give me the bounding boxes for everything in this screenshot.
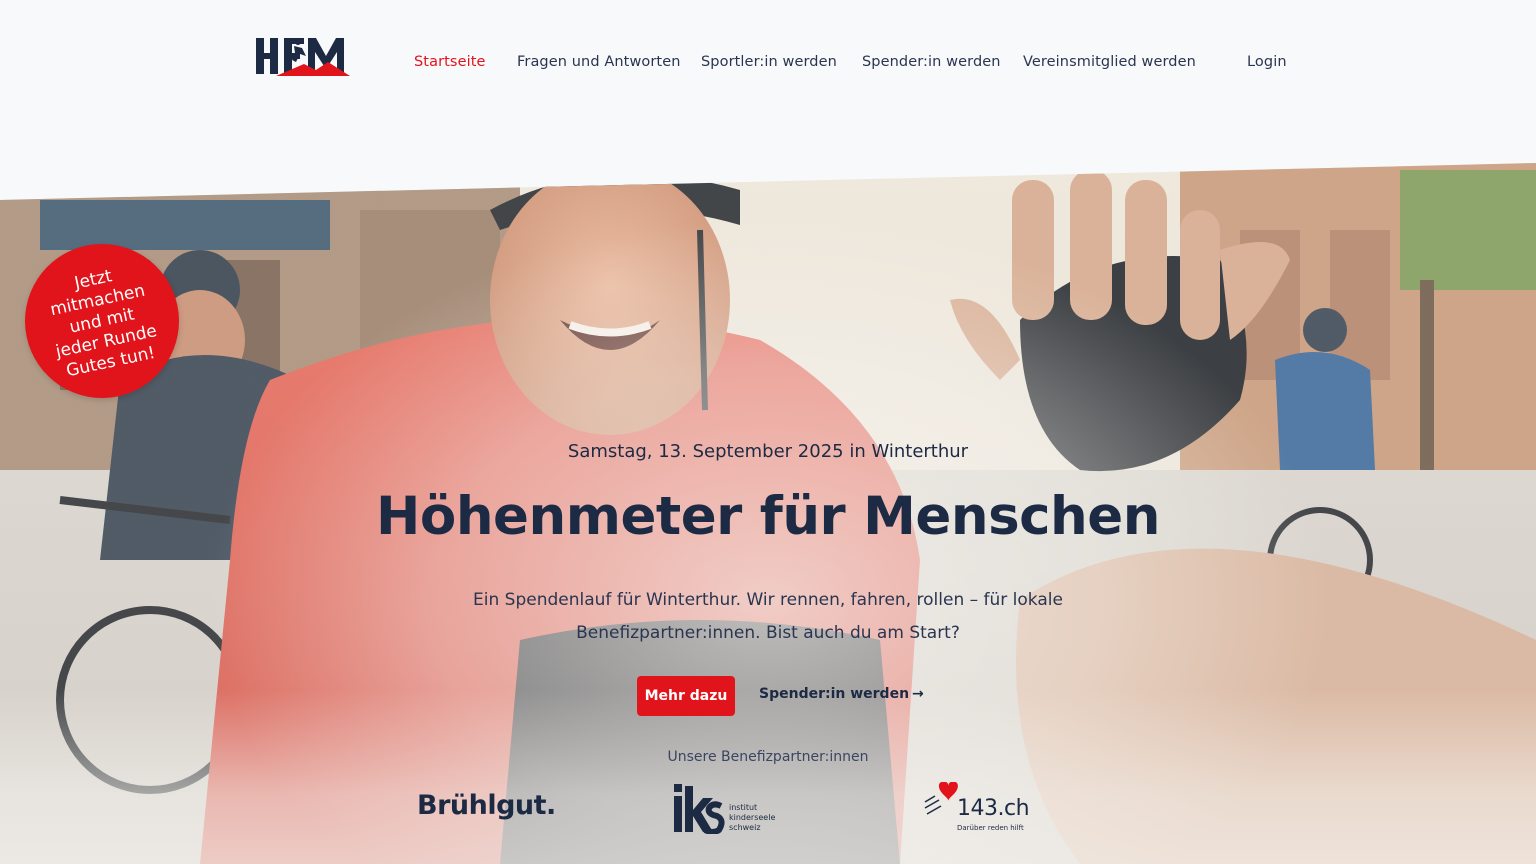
iks-logo-text: institut kinderseele schweiz [729,803,789,833]
site-header: Startseite Fragen und Antworten Sportler… [0,0,1536,130]
hfm-logo-icon[interactable] [256,36,350,76]
partners-heading: Unsere Benefizpartner:innen [667,749,869,765]
nav-item-sportler-werden[interactable]: Sportler:in werden [701,54,837,70]
mehr-dazu-button[interactable]: Mehr dazu [637,676,735,716]
p143-tagline: Darüber reden hilft [957,824,1024,832]
arrow-right-icon: → [912,686,924,702]
partner-iks-logo[interactable]: institut kinderseele schweiz [673,784,783,836]
spender-werden-link[interactable]: Spender:in werden → [759,686,924,702]
hero-description-line-2: Benefizpartner:innen. Bist auch du am St… [576,623,960,643]
iks-line-2: kinderseele [729,813,776,822]
spender-werden-link-label: Spender:in werden [759,686,910,702]
iks-line-3: schweiz [729,823,761,832]
login-link[interactable]: Login [1247,54,1287,70]
partner-143-logo[interactable]: 143.ch Darüber reden hilft [923,782,1030,836]
nav-item-startseite[interactable]: Startseite [414,54,486,70]
p143-name: 143.ch [957,796,1030,821]
event-date: Samstag, 13. September 2025 in Winterthu… [567,441,969,462]
hero-title: Höhenmeter für Menschen [376,486,1160,547]
partner-bruehlgut-logo[interactable]: Brühlgut. [417,790,556,821]
nav-item-spender-werden[interactable]: Spender:in werden [862,54,1001,70]
hero-description-line-1: Ein Spendenlauf für Winterthur. Wir renn… [473,590,1063,610]
hero-description: Ein Spendenlauf für Winterthur. Wir renn… [468,584,1068,650]
badge-text: Jetzt mitmachen und mit jeder Runde Gute… [48,265,159,381]
nav-item-vereinsmitglied-werden[interactable]: Vereinsmitglied werden [1023,54,1196,70]
nav-item-fragen-und-antworten[interactable]: Fragen und Antworten [517,54,681,70]
iks-line-1: institut [729,803,758,812]
iks-logo-icon [674,784,725,834]
